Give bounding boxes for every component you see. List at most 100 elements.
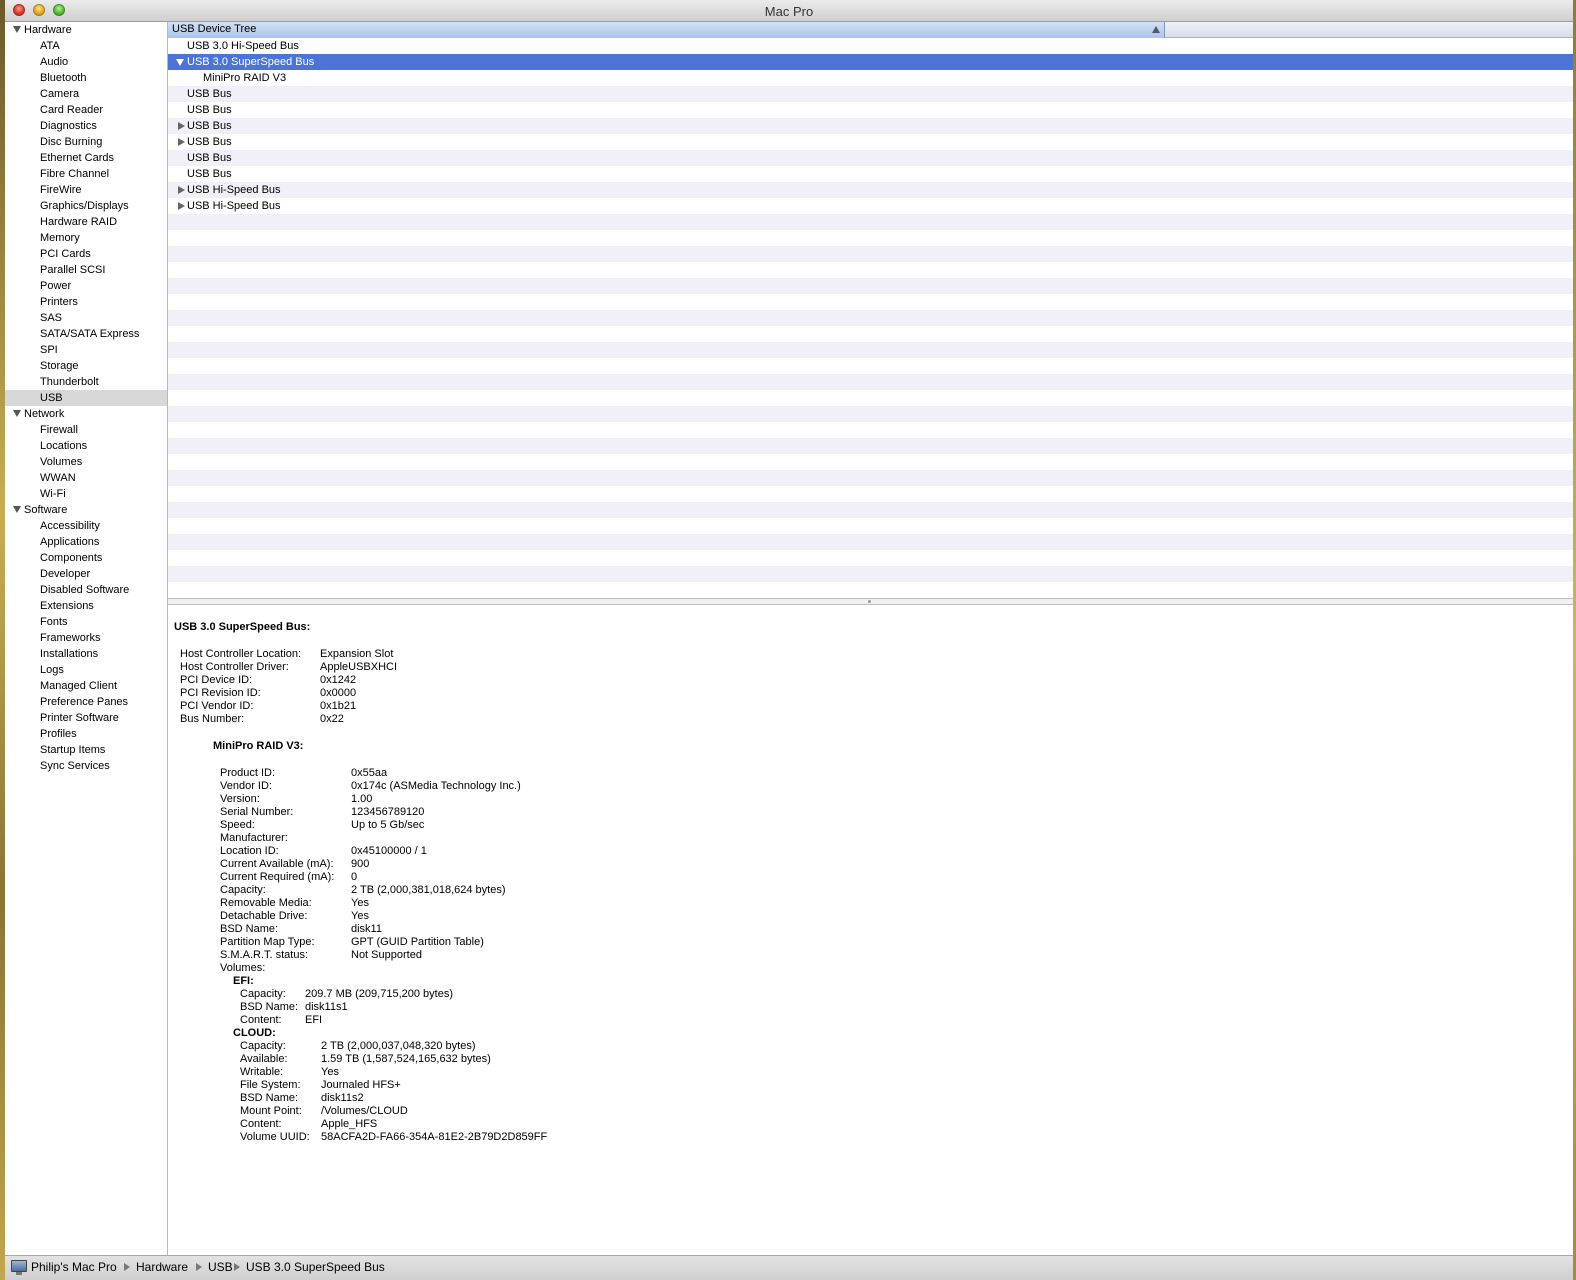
disclosure-closed-icon[interactable]: [178, 122, 185, 130]
sidebar-item-spi[interactable]: SPI: [5, 342, 167, 358]
property-label: Capacity:: [220, 884, 266, 896]
sidebar-item-installations[interactable]: Installations: [5, 646, 167, 662]
sidebar-item-label: Accessibility: [40, 520, 100, 532]
sidebar-item-graphics-displays[interactable]: Graphics/Displays: [5, 198, 167, 214]
sidebar-item-frameworks[interactable]: Frameworks: [5, 630, 167, 646]
tree-row-label: USB Bus: [187, 152, 232, 164]
sidebar-item-sata-sata-express[interactable]: SATA/SATA Express: [5, 326, 167, 342]
sidebar-item-fibre-channel[interactable]: Fibre Channel: [5, 166, 167, 182]
sidebar-item-label: ATA: [40, 40, 60, 52]
sidebar-item-managed-client[interactable]: Managed Client: [5, 678, 167, 694]
sidebar-item-storage[interactable]: Storage: [5, 358, 167, 374]
sidebar-item-printers[interactable]: Printers: [5, 294, 167, 310]
sidebar-item-startup-items[interactable]: Startup Items: [5, 742, 167, 758]
property-value: GPT (GUID Partition Table): [351, 936, 484, 948]
sidebar-item-label: USB: [40, 392, 63, 404]
sidebar-group-hardware[interactable]: Hardware: [5, 22, 186, 38]
sidebar-item-fonts[interactable]: Fonts: [5, 614, 167, 630]
tree-row-usb-bus[interactable]: USB Bus: [168, 86, 1573, 102]
sidebar-item-label: Volumes: [40, 456, 83, 468]
tree-row-usb-bus[interactable]: USB Bus: [168, 102, 1573, 118]
sidebar-item-printer-software[interactable]: Printer Software: [5, 710, 167, 726]
sidebar-item-firewall[interactable]: Firewall: [5, 422, 167, 438]
path-bar: Philip's Mac Pro Hardware USB USB 3.0 Super…: [5, 1255, 1573, 1280]
sidebar-item-pci-cards[interactable]: PCI Cards: [5, 246, 167, 262]
sidebar-item-firewire[interactable]: FireWire: [5, 182, 167, 198]
disclosure-open-icon[interactable]: [13, 506, 21, 513]
tree-row-usb-bus[interactable]: USB Bus: [168, 134, 1573, 150]
breadcrumb-item-philip-s-mac-pro[interactable]: Philip's Mac Pro: [31, 1259, 117, 1275]
property-label: BSD Name:: [220, 923, 279, 935]
tree-row-usb-bus[interactable]: USB Bus: [168, 118, 1573, 134]
sidebar-item-parallel-scsi[interactable]: Parallel SCSI: [5, 262, 167, 278]
breadcrumb-item-hardware[interactable]: Hardware: [136, 1259, 188, 1275]
sidebar-item-memory[interactable]: Memory: [5, 230, 167, 246]
disclosure-open-icon[interactable]: [13, 26, 21, 33]
volume-property-value: 209.7 MB (209,715,200 bytes): [305, 988, 453, 1000]
property-value: AppleUSBXHCI: [320, 661, 398, 673]
disclosure-open-icon[interactable]: [176, 59, 184, 66]
property-label: PCI Vendor ID:: [180, 700, 254, 712]
sidebar-item-label: Disabled Software: [40, 584, 130, 596]
column-header-usb-device-tree[interactable]: USB Device Tree: [168, 22, 1165, 38]
sidebar-item-card-reader[interactable]: Card Reader: [5, 102, 167, 118]
property-value: 0x45100000 / 1: [351, 845, 427, 857]
sidebar-item-volumes[interactable]: Volumes: [5, 454, 167, 470]
property-value: Yes: [351, 897, 369, 909]
sidebar-group-software[interactable]: Software: [5, 502, 186, 518]
pane-splitter[interactable]: [168, 598, 1573, 605]
sidebar-item-disc-burning[interactable]: Disc Burning: [5, 134, 167, 150]
sidebar-item-preference-panes[interactable]: Preference Panes: [5, 694, 167, 710]
property-label: Current Available (mA):: [220, 858, 334, 870]
sidebar-item-audio[interactable]: Audio: [5, 54, 167, 70]
sidebar-item-label: Ethernet Cards: [40, 152, 114, 164]
sidebar-item-sas[interactable]: SAS: [5, 310, 167, 326]
property-label: Speed:: [220, 819, 255, 831]
disclosure-closed-icon[interactable]: [178, 186, 185, 194]
sidebar-item-ata[interactable]: ATA: [5, 38, 167, 54]
tree-row-usb-hi-speed-bus[interactable]: USB Hi-Speed Bus: [168, 198, 1573, 214]
volume-property-label: Volume UUID:: [240, 1131, 310, 1143]
sidebar-item-power[interactable]: Power: [5, 278, 167, 294]
sidebar-item-disabled-software[interactable]: Disabled Software: [5, 582, 167, 598]
sidebar-item-applications[interactable]: Applications: [5, 534, 167, 550]
sidebar-group-label: Hardware: [24, 24, 72, 36]
sidebar-item-wi-fi[interactable]: Wi-Fi: [5, 486, 167, 502]
tree-row-usb-hi-speed-bus[interactable]: USB Hi-Speed Bus: [168, 182, 1573, 198]
tree-row-usb-3-0-hi-speed-bus[interactable]: USB 3.0 Hi-Speed Bus: [168, 38, 1573, 54]
title-bar[interactable]: Mac Pro: [5, 0, 1573, 22]
breadcrumb-item-usb-3-0-superspeed-bus[interactable]: USB 3.0 SuperSpeed Bus: [246, 1259, 385, 1275]
property-value: 900: [351, 858, 370, 870]
sidebar-item-ethernet-cards[interactable]: Ethernet Cards: [5, 150, 167, 166]
sidebar-item-sync-services[interactable]: Sync Services: [5, 758, 167, 774]
tree-row-usb-3-0-superspeed-bus[interactable]: USB 3.0 SuperSpeed Bus: [168, 54, 1573, 70]
sidebar-item-label: Storage: [40, 360, 79, 372]
sidebar-item-hardware-raid[interactable]: Hardware RAID: [5, 214, 167, 230]
sidebar-item-bluetooth[interactable]: Bluetooth: [5, 70, 167, 86]
property-label: Version:: [220, 793, 260, 805]
tree-row-usb-bus[interactable]: USB Bus: [168, 166, 1573, 182]
sidebar-item-diagnostics[interactable]: Diagnostics: [5, 118, 167, 134]
sidebar-item-accessibility[interactable]: Accessibility: [5, 518, 167, 534]
sidebar-item-locations[interactable]: Locations: [5, 438, 167, 454]
disclosure-open-icon[interactable]: [13, 410, 21, 417]
sidebar-item-profiles[interactable]: Profiles: [5, 726, 167, 742]
sidebar-group-network[interactable]: Network: [5, 406, 186, 422]
sidebar-item-developer[interactable]: Developer: [5, 566, 167, 582]
volume-property-value: disk11s2: [321, 1092, 364, 1104]
sidebar-item-label: Firewall: [40, 424, 78, 436]
tree-row-minipro-raid-v3[interactable]: MiniPro RAID V3: [168, 70, 1573, 86]
tree-row-usb-bus[interactable]: USB Bus: [168, 150, 1573, 166]
sidebar-item-components[interactable]: Components: [5, 550, 167, 566]
sidebar-item-thunderbolt[interactable]: Thunderbolt: [5, 374, 167, 390]
sidebar-item-camera[interactable]: Camera: [5, 86, 167, 102]
sidebar-item-usb[interactable]: USB: [5, 390, 167, 406]
sidebar-item-label: Graphics/Displays: [40, 200, 129, 212]
disclosure-closed-icon[interactable]: [178, 138, 185, 146]
breadcrumb-item-usb[interactable]: USB: [208, 1259, 233, 1275]
disclosure-closed-icon[interactable]: [178, 202, 185, 210]
sidebar-item-wwan[interactable]: WWAN: [5, 470, 167, 486]
sidebar-item-logs[interactable]: Logs: [5, 662, 167, 678]
sidebar-item-extensions[interactable]: Extensions: [5, 598, 167, 614]
volume-property-value: /Volumes/CLOUD: [321, 1105, 408, 1117]
